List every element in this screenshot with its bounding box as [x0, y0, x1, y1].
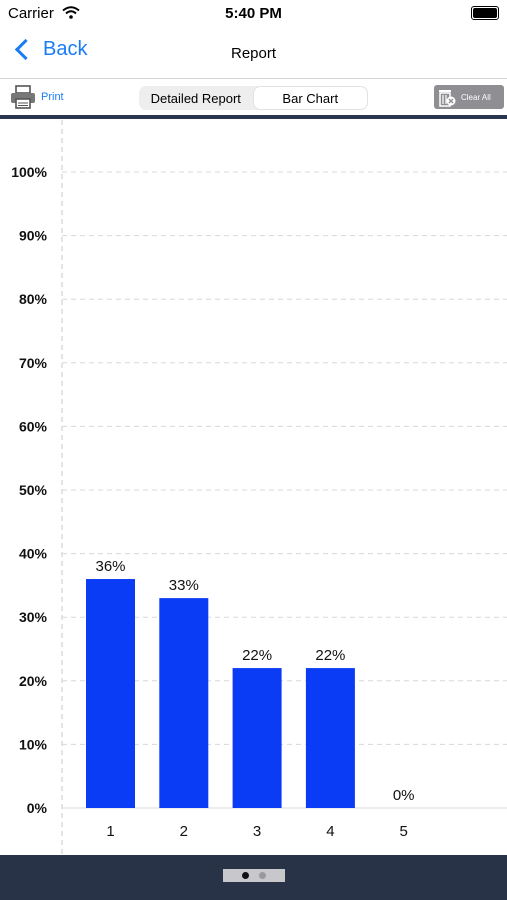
- bar: [86, 579, 135, 808]
- y-tick-label: 60%: [19, 418, 48, 434]
- y-tick-label: 30%: [19, 609, 48, 625]
- toolbar-divider: [0, 115, 507, 119]
- bar: [159, 598, 209, 808]
- report-view-segmented-control: Detailed Report Bar Chart: [139, 86, 368, 110]
- trash-clear-icon: [439, 90, 456, 107]
- y-tick-label: 70%: [19, 355, 48, 371]
- page-dot-2[interactable]: [259, 872, 266, 879]
- y-tick-label: 40%: [19, 546, 48, 562]
- x-tick-label: 5: [400, 823, 408, 840]
- bar-value-label: 33%: [169, 577, 199, 594]
- bar-value-label: 36%: [95, 558, 125, 575]
- footer-bar: [0, 855, 507, 900]
- y-tick-label: 50%: [19, 482, 48, 498]
- clear-all-label: Clear All: [461, 92, 491, 102]
- y-tick-label: 90%: [19, 228, 48, 244]
- page-indicator[interactable]: [223, 869, 285, 882]
- y-tick-label: 0%: [27, 800, 48, 816]
- x-tick-label: 4: [326, 823, 334, 840]
- y-tick-label: 100%: [11, 164, 47, 180]
- clear-all-button[interactable]: Clear All: [434, 85, 504, 109]
- clock: 5:40 PM: [225, 5, 282, 22]
- print-label: Print: [41, 91, 64, 103]
- bar: [232, 668, 282, 808]
- battery-icon: [471, 6, 499, 20]
- y-tick-label: 20%: [19, 673, 48, 689]
- x-tick-label: 2: [180, 823, 188, 840]
- y-tick-label: 80%: [19, 291, 48, 307]
- page-title: Report: [230, 45, 277, 62]
- status-bar: Carrier 5:40 PM: [0, 0, 507, 28]
- navigation-bar: Back Report: [0, 28, 507, 79]
- bar-value-label: 22%: [315, 647, 345, 664]
- printer-icon: [11, 85, 35, 109]
- x-tick-label: 1: [106, 823, 114, 840]
- x-tick-label: 3: [253, 823, 261, 840]
- page-dot-1[interactable]: [242, 872, 249, 879]
- bar-value-label: 22%: [242, 647, 272, 664]
- tab-detailed-report[interactable]: Detailed Report: [139, 86, 253, 110]
- y-tick-label: 10%: [19, 736, 48, 752]
- bar-value-label: 0%: [393, 787, 415, 804]
- bar: [305, 668, 355, 808]
- toolbar: Print Detailed Report Bar Chart Clear Al…: [0, 79, 507, 115]
- print-button[interactable]: Print: [10, 85, 64, 109]
- tab-bar-chart[interactable]: Bar Chart: [253, 87, 367, 109]
- bar-chart: 0%10%20%30%40%50%60%70%80%90%100%36%133%…: [11, 120, 507, 855]
